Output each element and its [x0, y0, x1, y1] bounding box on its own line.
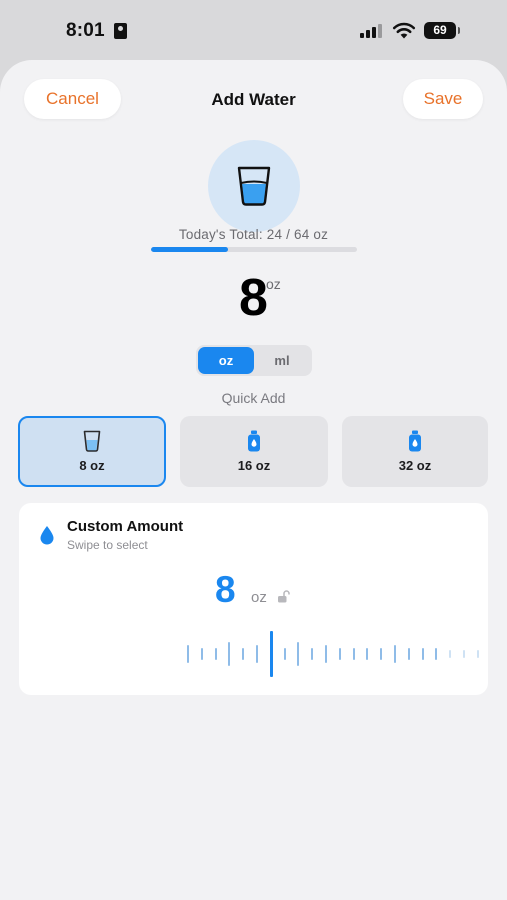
daily-progress-fill [151, 247, 229, 252]
quick-add-8oz[interactable]: 8 oz [18, 416, 166, 487]
bottle-icon [248, 430, 260, 452]
wifi-icon [392, 22, 416, 39]
ruler-tick [394, 645, 396, 663]
ruler-tick [352, 648, 355, 660]
unlock-icon [278, 590, 290, 603]
quick-add-label: 16 oz [237, 458, 271, 473]
ruler-tick [421, 648, 424, 660]
ruler-tick [283, 648, 286, 660]
custom-amount-title: Custom Amount [67, 518, 184, 535]
ruler-tick [380, 648, 383, 660]
custom-amount-subtitle: Swipe to select [67, 538, 148, 552]
ruler-tick [256, 645, 258, 663]
ruler-tick [228, 642, 231, 666]
ruler-tick [214, 648, 217, 660]
custom-amount-value: 8 [215, 569, 236, 610]
water-drop-icon [40, 526, 54, 545]
todays-total: Today's Total: 24 / 64 oz [178, 227, 329, 242]
ruler-tick [476, 650, 479, 658]
unit-option-ml[interactable]: ml [254, 347, 310, 374]
quick-add-heading: Quick Add [221, 390, 286, 406]
ruler-tick [325, 645, 327, 663]
bottle-icon [409, 430, 421, 452]
save-button[interactable]: Save [403, 79, 483, 119]
daily-progress-bar [151, 247, 357, 252]
ruler-tick [297, 642, 300, 666]
ruler-tick [338, 648, 341, 660]
water-glass-badge [208, 140, 300, 232]
ruler-tick [435, 648, 438, 660]
ruler-tick [200, 648, 203, 660]
amount-ruler-slider[interactable] [169, 631, 479, 679]
ruler-tick [463, 650, 465, 658]
cellular-signal-icon [360, 24, 382, 38]
ruler-tick [407, 648, 410, 660]
water-glass-icon [237, 166, 271, 206]
quick-add-32oz[interactable]: 32 oz [342, 416, 488, 487]
status-bar: 8:01 69 [0, 0, 507, 62]
quick-add-label: 8 oz [79, 458, 105, 473]
add-water-sheet: Cancel Add Water Save Today's Total: 24 … [0, 60, 507, 900]
status-time: 8:01 [66, 20, 105, 41]
id-card-icon [114, 23, 127, 39]
ruler-tick [187, 645, 189, 663]
ruler-tick [311, 648, 314, 660]
quick-add-16oz[interactable]: 16 oz [180, 416, 328, 487]
ruler-tick [269, 631, 273, 677]
selected-amount-unit: oz [266, 276, 281, 292]
unit-option-oz[interactable]: oz [198, 347, 254, 374]
battery-icon: 69 [424, 22, 460, 39]
glass-icon [83, 430, 101, 452]
custom-amount-unit: oz [251, 589, 267, 606]
ruler-tick [366, 648, 369, 660]
quick-add-label: 32 oz [398, 458, 432, 473]
selected-amount: 8 [239, 269, 268, 327]
custom-amount-card: Custom Amount Swipe to select 8 oz [19, 503, 488, 695]
unit-segmented-control: oz ml [196, 345, 312, 376]
ruler-tick [242, 648, 245, 660]
ruler-tick [449, 650, 452, 658]
